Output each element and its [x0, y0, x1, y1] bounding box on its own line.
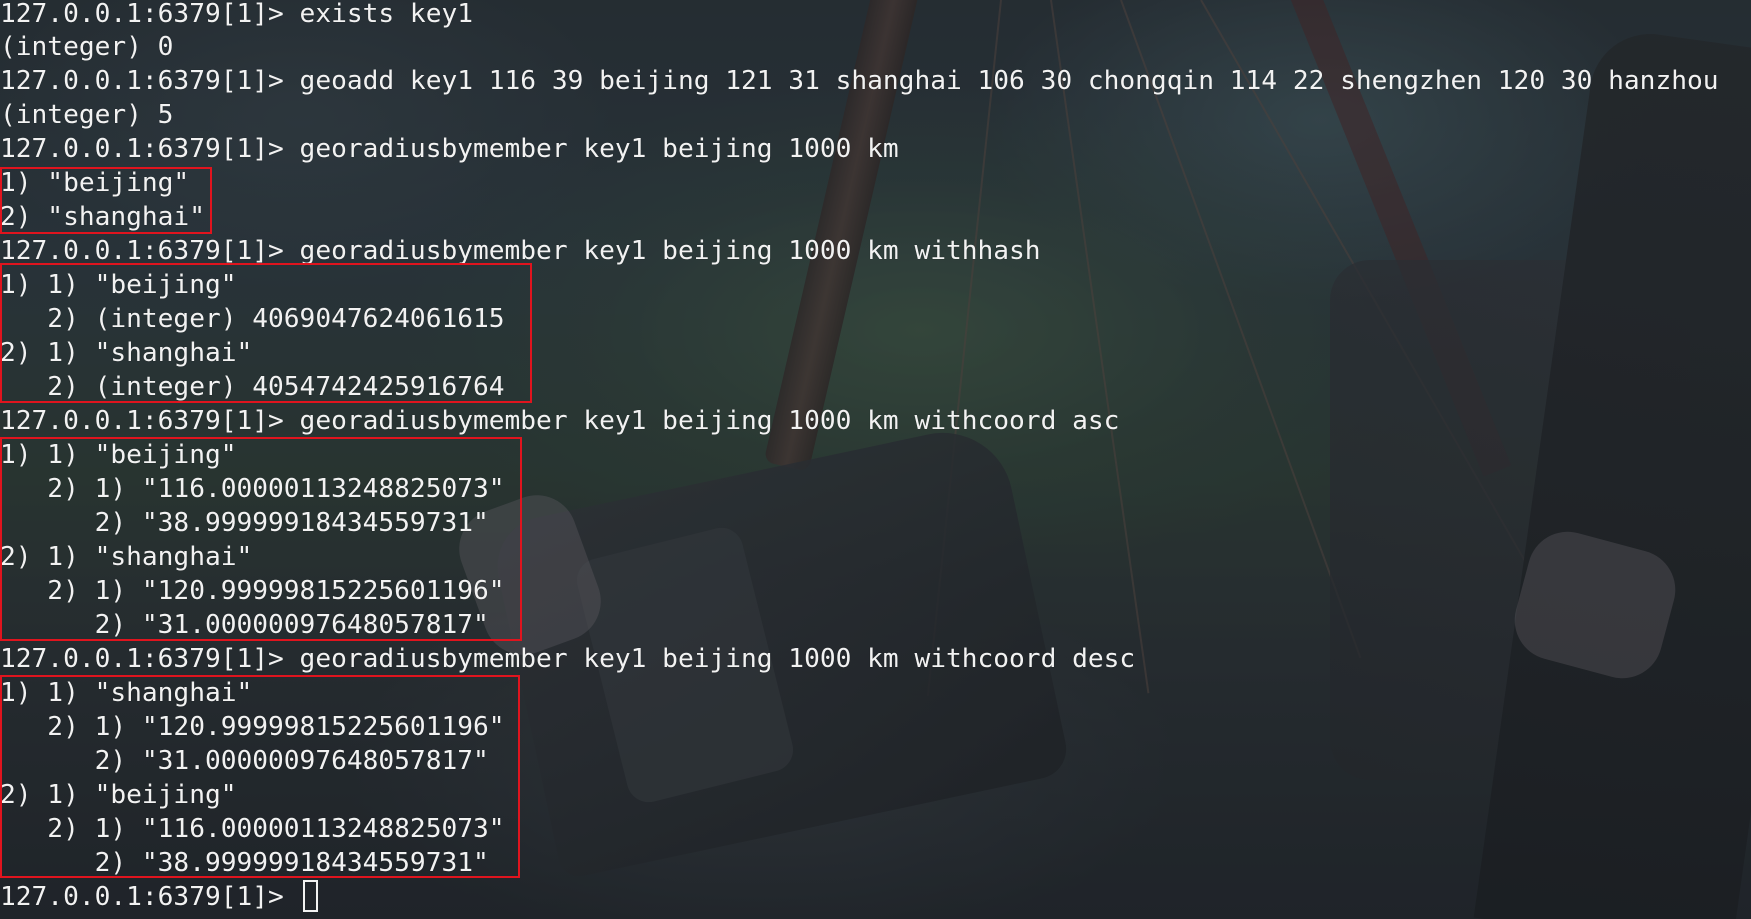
terminal-line-prompt: 127.0.0.1:6379[1]> georadiusbymember key… — [0, 134, 899, 164]
highlight-box-result-4 — [0, 675, 520, 878]
terminal-line-output: (integer) 0 — [0, 32, 174, 62]
highlight-box-result-3 — [0, 437, 522, 641]
terminal-line-output: (integer) 5 — [0, 100, 174, 130]
highlight-box-result-1 — [0, 167, 212, 234]
terminal-window[interactable]: 127.0.0.1:6379[1]> exists key1 (integer)… — [0, 0, 1751, 919]
terminal-cursor[interactable] — [303, 880, 318, 912]
highlight-box-result-2 — [0, 263, 532, 403]
terminal-line-prompt: 127.0.0.1:6379[1]> exists key1 — [0, 0, 473, 29]
terminal-line-prompt: 127.0.0.1:6379[1]> georadiusbymember key… — [0, 406, 1120, 436]
terminal-line-prompt: 127.0.0.1:6379[1]> georadiusbymember key… — [0, 644, 1136, 674]
terminal-line-active-prompt[interactable]: 127.0.0.1:6379[1]> — [0, 880, 300, 914]
terminal-line-prompt: 127.0.0.1:6379[1]> geoadd key1 116 39 be… — [0, 66, 1719, 96]
